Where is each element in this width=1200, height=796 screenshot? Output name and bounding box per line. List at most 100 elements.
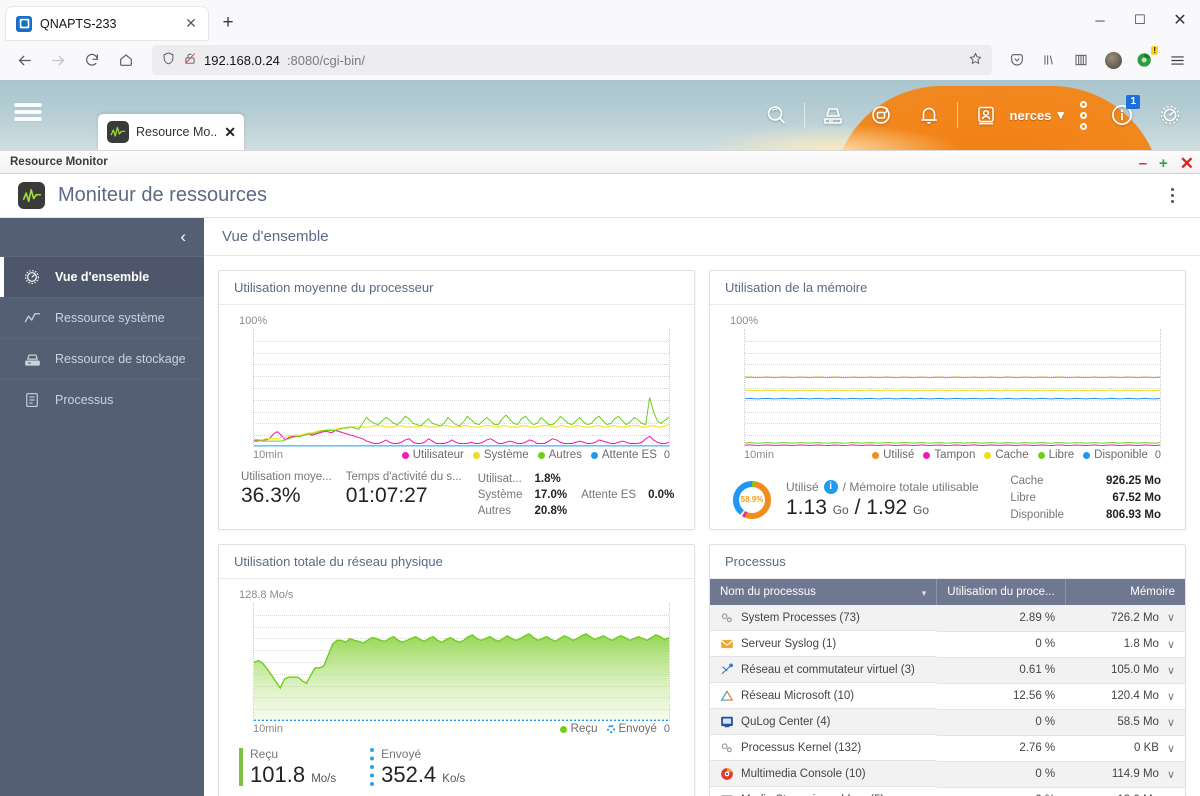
- table-row[interactable]: Réseau et commutateur virtuel (3) 0.61 % 1…: [710, 657, 1185, 684]
- network-card: Utilisation totale du réseau physique 12…: [218, 544, 695, 796]
- chevron-down-icon[interactable]: ∨: [1159, 742, 1175, 755]
- taskbar-divider: [803, 102, 805, 128]
- info-icon[interactable]: 1: [1098, 93, 1146, 137]
- process-cpu-cell: 0 %: [936, 631, 1066, 658]
- window-maximize-button[interactable]: ☐: [1120, 0, 1160, 40]
- app-taskbar-close-icon[interactable]: ✕: [224, 124, 236, 141]
- chevron-down-icon[interactable]: ∨: [1159, 768, 1175, 781]
- process-cpu-cell: 0 %: [936, 761, 1066, 788]
- dashboard-icon[interactable]: [1146, 93, 1194, 137]
- app-minimize-button[interactable]: –: [1139, 156, 1147, 171]
- new-tab-button[interactable]: +: [214, 9, 242, 37]
- process-memory-cell: 0 KB ∨: [1065, 735, 1185, 762]
- column-header-name[interactable]: Nom du processus ▾: [710, 579, 938, 605]
- reload-icon[interactable]: [76, 44, 108, 76]
- extension-icon[interactable]: !: [1130, 45, 1160, 75]
- sync-icon[interactable]: [857, 93, 905, 137]
- sidebar-item-storage-resource[interactable]: Ressource de stockage: [0, 338, 204, 379]
- process-memory-cell: 105.0 Mo ∨: [1065, 657, 1185, 684]
- table-row[interactable]: Serveur Syslog (1) 0 % 1.8 Mo ∨: [710, 631, 1185, 658]
- process-name-label: System Processes (73): [741, 611, 860, 624]
- process-memory-label: 105.0 Mo: [1110, 664, 1159, 676]
- legend-label: Libre: [1048, 449, 1075, 461]
- backup-icon[interactable]: [809, 93, 857, 137]
- page-title: Moniteur de ressources: [58, 184, 267, 206]
- legend-swatch: [923, 451, 931, 459]
- window-minimize-button[interactable]: ─: [1080, 0, 1120, 40]
- sidebar-collapse-button[interactable]: ‹: [0, 218, 204, 256]
- app-close-button[interactable]: ✕: [1180, 155, 1194, 172]
- chevron-down-icon[interactable]: ∨: [1159, 611, 1175, 624]
- window-close-button[interactable]: ✕: [1160, 0, 1200, 40]
- process-cpu-cell: 0.61 %: [936, 657, 1066, 684]
- series-Système: [254, 425, 669, 440]
- info-icon[interactable]: i: [823, 479, 838, 494]
- line-chart-icon: [22, 308, 42, 328]
- cpu-iowait-value: 0.0%: [648, 489, 675, 501]
- account-avatar-icon[interactable]: [1098, 45, 1128, 75]
- process-card-body: Nom du processus ▾ Utilisation du proce.…: [710, 579, 1185, 796]
- app-menu-icon[interactable]: [1162, 45, 1192, 75]
- table-row[interactable]: QuLog Center (4) 0 % 58.5 Mo ∨: [710, 709, 1185, 736]
- sidebar-item-system-resource[interactable]: Ressource système: [0, 297, 204, 338]
- chevron-down-icon[interactable]: ∨: [1159, 638, 1175, 651]
- process-memory-cell: 120.4 Mo ∨: [1065, 683, 1185, 710]
- network-received-value-row: 101.8 Mo/s: [250, 762, 336, 788]
- more-menu-icon[interactable]: [1160, 182, 1184, 210]
- broken-lock-icon[interactable]: [183, 51, 197, 69]
- library-icon[interactable]: [1034, 45, 1064, 75]
- user-icon[interactable]: [962, 93, 1010, 137]
- app-window-titlebar: Resource Monitor – + ✕: [0, 150, 1200, 174]
- sidebar-item-overview[interactable]: Vue d'ensemble: [0, 256, 204, 297]
- chevron-down-icon[interactable]: ∨: [1159, 664, 1175, 677]
- memory-card-body: 100% 10min Utilisé Tampon Cache Libre Dispon…: [710, 305, 1185, 529]
- save-to-pocket-icon[interactable]: [1002, 45, 1032, 75]
- legend-swatch: [559, 725, 567, 733]
- more-options-icon[interactable]: [1068, 93, 1098, 137]
- gear-link-icon: [720, 611, 734, 625]
- process-name-cell: Multimedia Console (10): [710, 761, 937, 787]
- column-header-cpu[interactable]: Utilisation du proce...: [936, 579, 1066, 605]
- bell-icon[interactable]: [905, 93, 953, 137]
- tab-close-icon[interactable]: ✕: [182, 15, 200, 33]
- table-row[interactable]: Processus Kernel (132) 2.76 % 0 KB ∨: [710, 735, 1185, 762]
- table-row[interactable]: Media Streaming add-on (5)0 %13.0 Mo∨: [710, 787, 1185, 796]
- main-content: Vue d'ensemble Utilisation moyenne du pr…: [204, 218, 1200, 796]
- envelope-icon: [720, 637, 734, 651]
- taskbar-divider-2: [956, 102, 958, 128]
- process-name-label: Processus Kernel (132): [741, 741, 862, 754]
- table-row: Attente ES 0.0%: [581, 473, 684, 519]
- main-menu-icon[interactable]: [0, 80, 56, 150]
- cpu-iowait-table: Attente ES 0.0%: [579, 471, 686, 521]
- app-maximize-button[interactable]: +: [1159, 156, 1168, 171]
- chevron-down-icon[interactable]: ∨: [1159, 690, 1175, 703]
- sidebar-item-processes[interactable]: Processus: [0, 379, 204, 420]
- cpu-other-label: Autres: [477, 505, 511, 517]
- user-menu[interactable]: nerces ▾: [1010, 107, 1068, 123]
- shield-icon[interactable]: [161, 51, 176, 69]
- table-row[interactable]: System Processes (73) 2.89 % 726.2 Mo ∨: [710, 605, 1185, 632]
- network-chart-plot: [253, 603, 670, 721]
- star-bookmark-icon[interactable]: [968, 51, 983, 69]
- home-icon[interactable]: [110, 44, 142, 76]
- process-cpu-cell: 0 %: [936, 787, 1066, 796]
- memory-summary: 58.9% Utilisé i / Mémoire totale utilisa…: [730, 473, 1173, 526]
- chevron-down-icon[interactable]: ∨: [1159, 716, 1175, 729]
- browser-tab[interactable]: QNAPTS-233 ✕: [6, 7, 208, 40]
- cpu-y-max-label: 100%: [239, 315, 268, 327]
- table-row[interactable]: Multimedia Console (10) 0 % 114.9 Mo ∨: [710, 761, 1185, 788]
- address-bar[interactable]: 192.168.0.24 :8080/cgi-bin/: [152, 45, 992, 75]
- forward-arrow-icon: [42, 44, 74, 76]
- app-taskbar-tab[interactable]: Resource Mo... ✕: [98, 114, 244, 150]
- vertical-tabs-icon[interactable]: [1066, 45, 1096, 75]
- legend-item-Système: Système: [472, 449, 529, 461]
- url-host: 192.168.0.24: [204, 52, 280, 68]
- back-arrow-icon[interactable]: [8, 44, 40, 76]
- cpu-uptime-stat: Temps d'activité du s... 01:07:27: [346, 471, 476, 521]
- table-row[interactable]: Réseau Microsoft (10) 12.56 % 120.4 Mo ∨: [710, 683, 1185, 710]
- memory-y-max-label: 100%: [730, 315, 759, 327]
- column-header-memory[interactable]: Mémoire: [1065, 579, 1185, 605]
- search-icon[interactable]: [752, 93, 800, 137]
- network-sent-value: 352.4: [381, 762, 437, 787]
- network-received-label: Reçu: [250, 747, 279, 761]
